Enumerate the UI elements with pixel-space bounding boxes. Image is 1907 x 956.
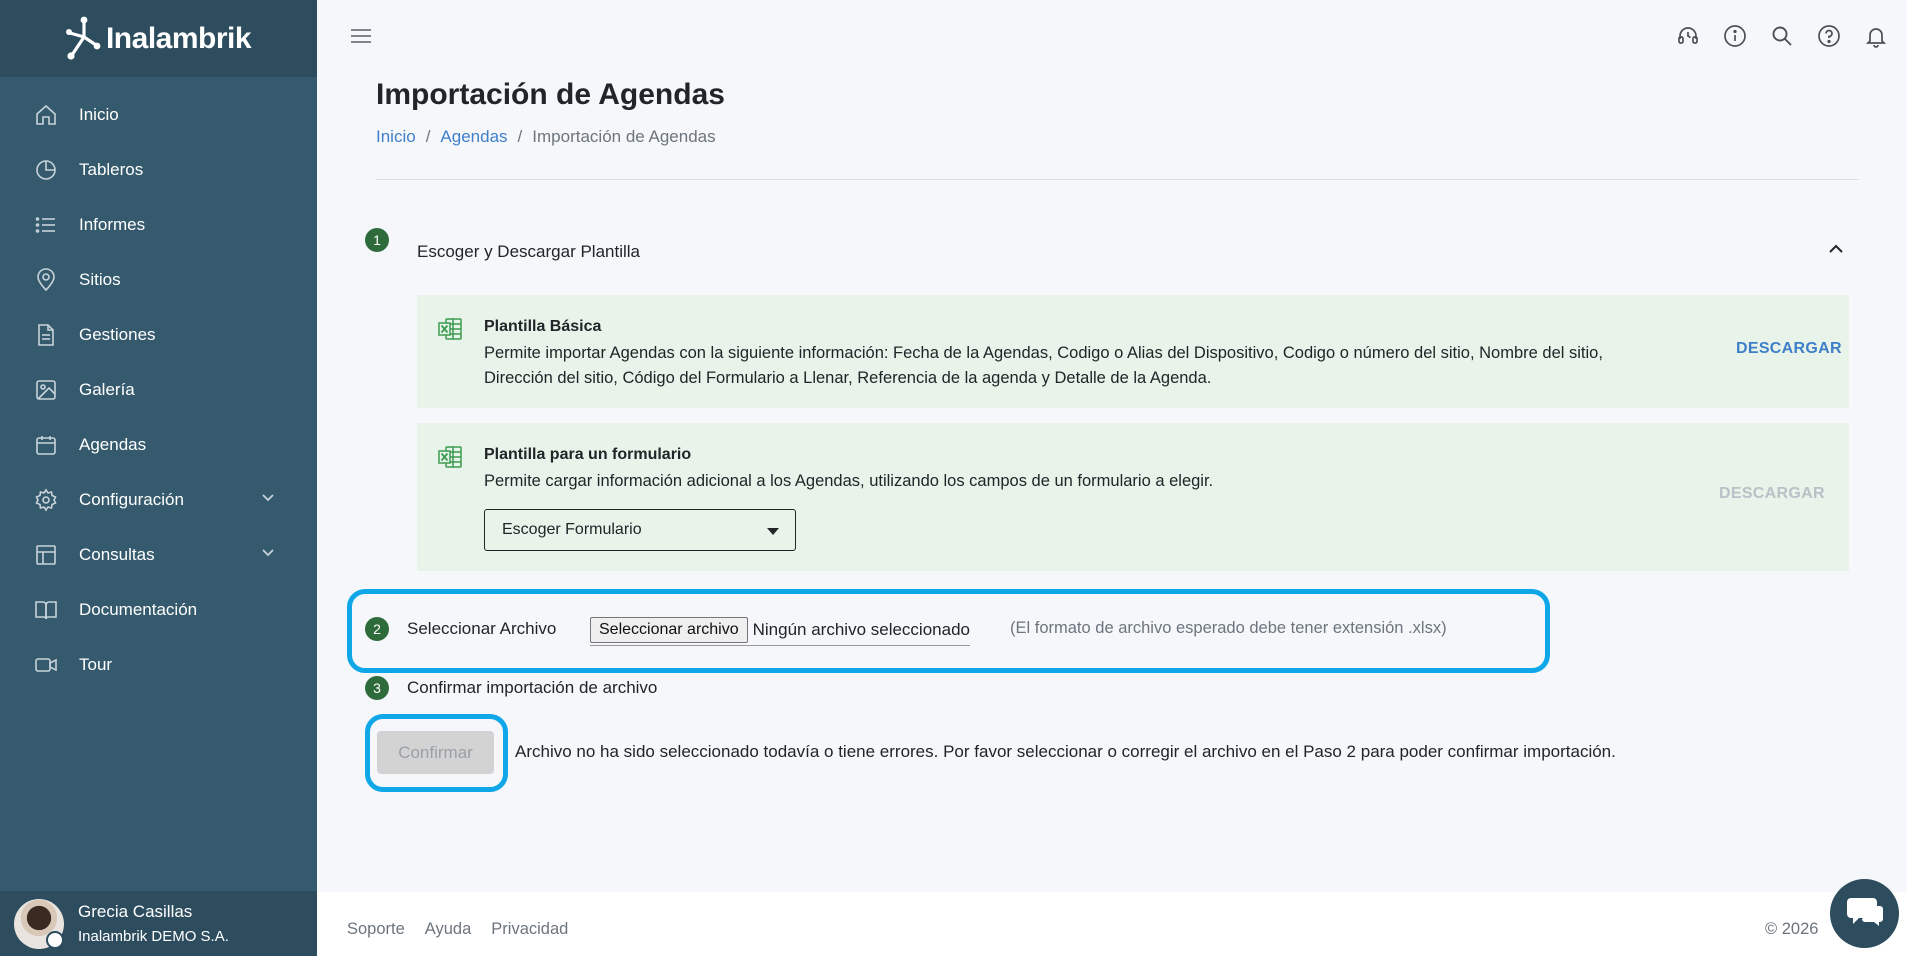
headset-icon[interactable]: [1675, 23, 1701, 49]
sidebar-item-label: Galería: [79, 379, 135, 399]
file-format-hint: (El formato de archivo esperado debe ten…: [1010, 619, 1447, 637]
sidebar-item-gestiones[interactable]: Gestiones: [0, 307, 317, 362]
download-form-button[interactable]: DESCARGAR: [1719, 485, 1825, 503]
step-3-label: Confirmar importación de archivo: [407, 678, 658, 697]
topbar: [317, 0, 1907, 72]
sidebar-nav: Inicio Tableros Informes Sitios Gestione…: [0, 77, 317, 692]
template-title: Plantilla Básica: [484, 318, 602, 335]
calendar-icon: [33, 432, 59, 458]
copyright: © 2026: [1765, 920, 1819, 938]
sidebar-item-label: Configuración: [79, 489, 184, 509]
sidebar-item-label: Documentación: [79, 599, 198, 619]
breadcrumb-agendas-link[interactable]: Agendas: [440, 127, 507, 147]
map-pin-icon: [33, 267, 59, 293]
step-3-badge: 3: [365, 676, 389, 700]
confirm-button[interactable]: Confirmar: [377, 731, 494, 774]
brand-name: Inalambrik: [105, 21, 252, 55]
excel-file-icon: [437, 445, 463, 474]
template-card-basic: Plantilla Básica Permite importar Agenda…: [417, 295, 1849, 408]
pie-chart-icon: [33, 157, 59, 183]
home-icon: [33, 102, 59, 128]
template-description: Permite importar Agendas con la siguient…: [484, 344, 1603, 387]
brand-logo-icon: [65, 16, 101, 60]
user-name: Grecia Casillas: [78, 902, 193, 921]
confirm-message: Archivo no ha sido seleccionado todavía …: [515, 742, 1616, 761]
template-card-form: Plantilla para un formulario Permite car…: [417, 423, 1849, 571]
menu-toggle-icon[interactable]: [349, 24, 373, 53]
bell-icon[interactable]: [1863, 23, 1889, 49]
chevron-up-icon[interactable]: [1827, 240, 1845, 263]
sidebar-item-documentacion[interactable]: Documentación: [0, 582, 317, 637]
file-input[interactable]: Seleccionar archivo Ningún archivo selec…: [590, 615, 970, 646]
template-description: Permite cargar información adicional a l…: [484, 472, 1214, 490]
caret-down-icon: [767, 528, 779, 535]
sidebar-item-label: Tour: [79, 654, 113, 674]
breadcrumb-separator: /: [517, 127, 523, 146]
step-2-label: Seleccionar Archivo: [407, 619, 557, 638]
page-title: Importación de Agendas: [376, 78, 725, 111]
sidebar: Inalambrik Inicio Tableros Informes Siti…: [0, 0, 317, 956]
select-file-button[interactable]: Seleccionar archivo: [590, 617, 748, 643]
template-title: Plantilla para un formulario: [484, 446, 692, 463]
divider: [376, 179, 1859, 180]
sidebar-item-label: Agendas: [79, 434, 147, 454]
search-icon[interactable]: [1769, 23, 1795, 49]
sidebar-item-consultas[interactable]: Consultas: [0, 527, 317, 582]
image-icon: [33, 377, 59, 403]
file-text-icon: [33, 322, 59, 348]
file-status: Ningún archivo seleccionado: [752, 620, 970, 639]
sidebar-item-label: Gestiones: [79, 324, 156, 344]
sidebar-item-label: Sitios: [79, 269, 121, 289]
topbar-actions: [1675, 23, 1889, 49]
brand-logo[interactable]: Inalambrik: [65, 15, 252, 63]
sidebar-item-label: Inicio: [79, 104, 119, 124]
chat-button[interactable]: [1830, 879, 1899, 948]
form-select[interactable]: Escoger Formulario: [484, 509, 796, 551]
book-icon: [33, 597, 59, 623]
breadcrumb-separator: /: [425, 127, 431, 146]
sidebar-item-tableros[interactable]: Tableros: [0, 142, 317, 197]
video-icon: [33, 652, 59, 678]
gear-icon: [33, 487, 59, 513]
excel-file-icon: [437, 317, 463, 346]
step-1-label[interactable]: Escoger y Descargar Plantilla: [417, 242, 640, 262]
footer: Soporte Ayuda Privacidad © 2026: [317, 892, 1907, 956]
avatar[interactable]: [14, 898, 64, 949]
sidebar-item-label: Tableros: [79, 159, 144, 179]
sidebar-item-sitios[interactable]: Sitios: [0, 252, 317, 307]
user-company: Inalambrik DEMO S.A.: [78, 928, 229, 945]
sidebar-item-label: Informes: [79, 214, 146, 234]
sidebar-item-configuracion[interactable]: Configuración: [0, 472, 317, 527]
list-icon: [33, 212, 59, 238]
help-icon[interactable]: [1816, 23, 1842, 49]
sidebar-item-informes[interactable]: Informes: [0, 197, 317, 252]
sidebar-item-galeria[interactable]: Galería: [0, 362, 317, 417]
chevron-down-icon: [261, 545, 275, 564]
sidebar-item-inicio[interactable]: Inicio: [0, 87, 317, 142]
sidebar-item-label: Consultas: [79, 544, 155, 564]
download-basic-button[interactable]: DESCARGAR: [1736, 340, 1842, 358]
breadcrumb-current: Importación de Agendas: [532, 127, 716, 146]
footer-links: Soporte Ayuda Privacidad: [347, 920, 568, 939]
sidebar-item-tour[interactable]: Tour: [0, 637, 317, 692]
step-1-badge: 1: [365, 228, 389, 252]
main-content: Importación de Agendas Inicio / Agendas …: [317, 72, 1907, 892]
sidebar-item-agendas[interactable]: Agendas: [0, 417, 317, 472]
footer-link-privacidad[interactable]: Privacidad: [491, 920, 568, 939]
user-info: Grecia Casillas Inalambrik DEMO S.A.: [78, 902, 229, 945]
chat-icon: [1845, 894, 1885, 933]
footer-link-soporte[interactable]: Soporte: [347, 920, 405, 939]
status-dot: [46, 930, 64, 949]
table-icon: [33, 542, 59, 568]
form-select-value: Escoger Formulario: [502, 521, 642, 538]
user-panel[interactable]: Grecia Casillas Inalambrik DEMO S.A.: [0, 891, 317, 956]
footer-link-ayuda[interactable]: Ayuda: [425, 920, 472, 939]
breadcrumb: Inicio / Agendas / Importación de Agenda…: [376, 127, 716, 147]
step-2-badge: 2: [365, 617, 389, 641]
logo-bar: Inalambrik: [0, 0, 317, 77]
info-icon[interactable]: [1722, 23, 1748, 49]
breadcrumb-home-link[interactable]: Inicio: [376, 127, 416, 147]
chevron-down-icon: [261, 490, 275, 509]
